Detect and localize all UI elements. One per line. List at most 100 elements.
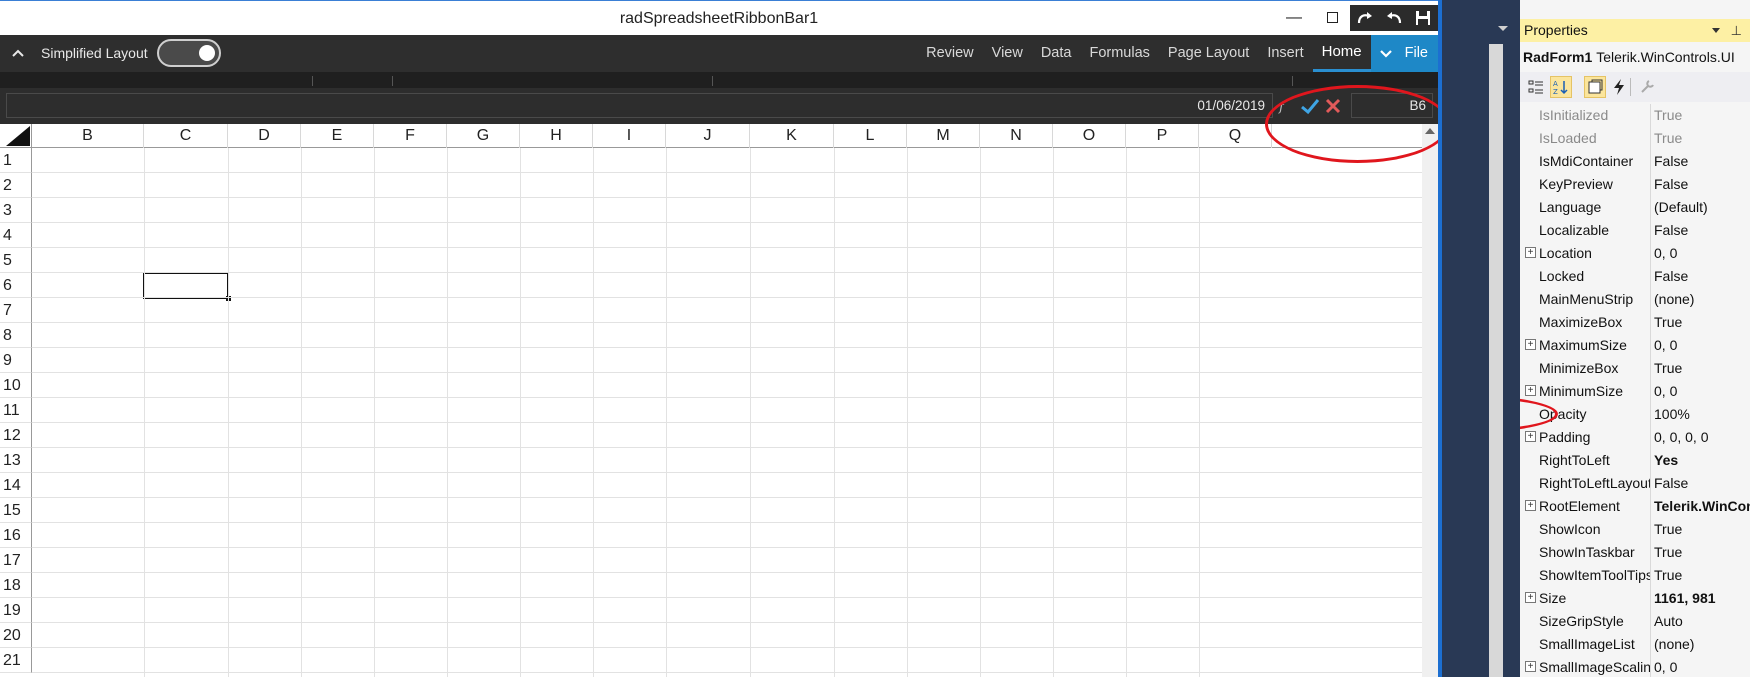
column-header-k[interactable]: K (750, 124, 834, 148)
property-row-rootelement[interactable]: +RootElementTelerik.WinControls (1520, 495, 1750, 518)
fx-icon[interactable]: f (1278, 97, 1294, 115)
column-header-h[interactable]: H (520, 124, 593, 148)
expand-icon[interactable]: + (1525, 247, 1536, 258)
column-header-g[interactable]: G (447, 124, 520, 148)
property-value[interactable]: True (1654, 104, 1750, 127)
property-value[interactable]: Yes (1654, 449, 1750, 472)
property-row-mainmenustrip[interactable]: MainMenuStrip (none) (1520, 288, 1750, 311)
active-cell[interactable] (143, 272, 231, 301)
property-value[interactable]: 0, 0 (1654, 380, 1750, 403)
property-value[interactable]: (Default) (1654, 196, 1750, 219)
property-row-locked[interactable]: Locked False (1520, 265, 1750, 288)
tab-view[interactable]: View (983, 35, 1032, 72)
column-header-f[interactable]: F (374, 124, 447, 148)
property-value[interactable]: Auto (1654, 610, 1750, 633)
row-header-15[interactable]: 15 (0, 498, 32, 523)
property-value[interactable]: 0, 0 (1654, 656, 1750, 677)
property-value[interactable]: True (1654, 564, 1750, 587)
row-header-4[interactable]: 4 (0, 223, 32, 248)
property-row-smallimagescaling[interactable]: + SmallImageScaling 0, 0 (1520, 656, 1750, 677)
file-tab[interactable]: File (1370, 35, 1438, 72)
simplified-layout-toggle[interactable] (157, 39, 221, 67)
row-header-17[interactable]: 17 (0, 548, 32, 573)
alphabetical-icon[interactable]: AZ (1550, 76, 1572, 98)
row-header-20[interactable]: 20 (0, 623, 32, 648)
property-pages-icon[interactable] (1636, 76, 1658, 98)
column-header-e[interactable]: E (301, 124, 374, 148)
property-value[interactable]: Telerik.WinControls (1654, 495, 1750, 518)
formula-input[interactable]: 01/06/2019 (6, 93, 1273, 118)
close-icon[interactable] (1322, 94, 1344, 118)
column-header-n[interactable]: N (980, 124, 1053, 148)
property-value[interactable]: False (1654, 219, 1750, 242)
property-value[interactable]: False (1654, 472, 1750, 495)
column-header-q[interactable]: Q (1199, 124, 1272, 148)
save-icon[interactable] (1411, 7, 1435, 29)
tab-page-layout[interactable]: Page Layout (1159, 35, 1258, 72)
cell-area[interactable] (32, 148, 1422, 677)
ide-scrollbar[interactable] (1489, 44, 1503, 677)
property-row-righttoleftlayout[interactable]: RightToLeftLayout False (1520, 472, 1750, 495)
property-row-location[interactable]: + Location 0, 0 (1520, 242, 1750, 265)
row-header-13[interactable]: 13 (0, 448, 32, 473)
tab-home[interactable]: Home (1312, 35, 1371, 72)
check-icon[interactable] (1298, 94, 1322, 118)
property-row-size[interactable]: + Size 1161, 981 (1520, 587, 1750, 610)
events-icon[interactable] (1608, 76, 1630, 98)
property-row-minimumsize[interactable]: + MinimumSize 0, 0 (1520, 380, 1750, 403)
pin-icon[interactable]: ⊥ (1731, 23, 1742, 39)
row-header-16[interactable]: 16 (0, 523, 32, 548)
property-value[interactable]: 100% (1654, 403, 1750, 426)
column-header-p[interactable]: P (1126, 124, 1199, 148)
object-selector[interactable]: RadForm1 Telerik.WinControls.UI (1523, 49, 1735, 65)
row-header-7[interactable]: 7 (0, 298, 32, 323)
collapse-ribbon-button[interactable] (8, 43, 28, 63)
column-header-d[interactable]: D (228, 124, 301, 148)
undo-icon[interactable] (1382, 7, 1406, 29)
expand-icon[interactable]: + (1525, 500, 1536, 511)
expand-icon[interactable]: + (1525, 661, 1536, 672)
property-value[interactable]: True (1654, 541, 1750, 564)
property-row-showitemtooltips[interactable]: ShowItemToolTips True (1520, 564, 1750, 587)
property-row-language[interactable]: Language (Default) (1520, 196, 1750, 219)
column-header-m[interactable]: M (907, 124, 980, 148)
property-row-ismdicontainer[interactable]: IsMdiContainer False (1520, 150, 1750, 173)
tab-formulas[interactable]: Formulas (1080, 35, 1158, 72)
row-header-5[interactable]: 5 (0, 248, 32, 273)
property-row-minimizebox[interactable]: MinimizeBox True (1520, 357, 1750, 380)
property-row-smallimagelist[interactable]: SmallImageList (none) (1520, 633, 1750, 656)
row-header-2[interactable]: 2 (0, 173, 32, 198)
row-header-10[interactable]: 10 (0, 373, 32, 398)
expand-icon[interactable]: + (1525, 339, 1536, 350)
column-header-o[interactable]: O (1053, 124, 1126, 148)
property-value[interactable]: True (1654, 311, 1750, 334)
maximize-button[interactable] (1320, 7, 1344, 29)
chevron-down-icon[interactable] (1498, 26, 1508, 31)
vertical-scrollbar[interactable] (1422, 124, 1438, 677)
row-header-6[interactable]: 6 (0, 273, 32, 298)
property-value[interactable]: True (1654, 127, 1750, 150)
scroll-up-icon[interactable] (1425, 128, 1435, 134)
property-row-showicon[interactable]: ShowIcon True (1520, 518, 1750, 541)
expand-icon[interactable]: + (1525, 431, 1536, 442)
property-row-maximizebox[interactable]: MaximizeBox True (1520, 311, 1750, 334)
tab-insert[interactable]: Insert (1258, 35, 1312, 72)
column-header-j[interactable]: J (666, 124, 750, 148)
property-value[interactable]: False (1654, 150, 1750, 173)
row-header-21[interactable]: 21 (0, 648, 32, 673)
column-header-l[interactable]: L (834, 124, 907, 148)
property-value[interactable]: True (1654, 518, 1750, 541)
property-row-keypreview[interactable]: KeyPreview False (1520, 173, 1750, 196)
property-row-righttoleft[interactable]: RightToLeft Yes (1520, 449, 1750, 472)
select-all-corner[interactable] (0, 124, 32, 148)
property-row-showintaskbar[interactable]: ShowInTaskbar True (1520, 541, 1750, 564)
tab-review[interactable]: Review (917, 35, 983, 72)
property-row-maximumsize[interactable]: + MaximumSize 0, 0 (1520, 334, 1750, 357)
property-row-padding[interactable]: + Padding 0, 0, 0, 0 (1520, 426, 1750, 449)
property-row-opacity[interactable]: Opacity 100% (1520, 403, 1750, 426)
row-header-11[interactable]: 11 (0, 398, 32, 423)
expand-icon[interactable]: + (1525, 592, 1536, 603)
row-header-9[interactable]: 9 (0, 348, 32, 373)
property-row-sizegripstyle[interactable]: SizeGripStyle Auto (1520, 610, 1750, 633)
row-header-14[interactable]: 14 (0, 473, 32, 498)
